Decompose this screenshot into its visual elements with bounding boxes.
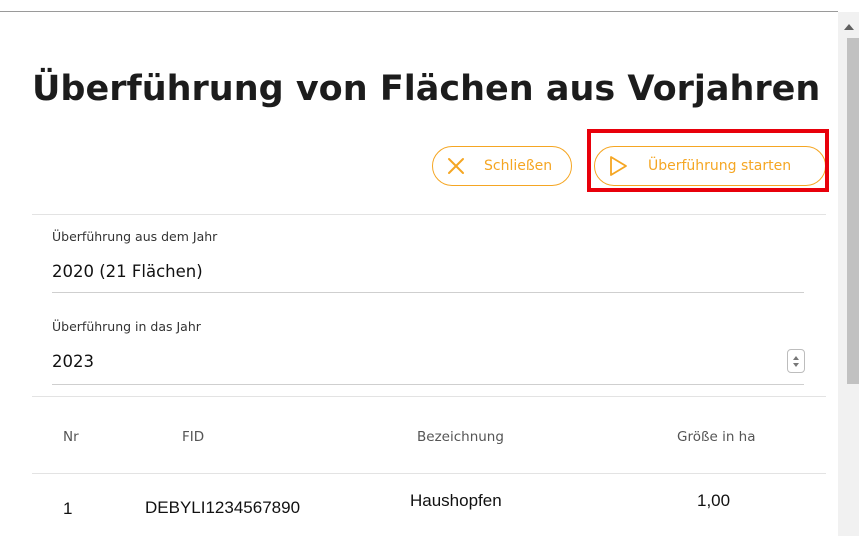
close-button[interactable]: Schließen bbox=[432, 146, 572, 186]
scrollbar-thumb[interactable] bbox=[847, 38, 859, 384]
window-top-border bbox=[0, 11, 838, 12]
section-divider bbox=[32, 214, 826, 215]
to-year-underline bbox=[52, 384, 804, 385]
from-year-underline bbox=[52, 292, 804, 293]
start-transfer-button[interactable]: Überführung starten bbox=[594, 146, 826, 186]
column-header-size[interactable]: Größe in ha bbox=[677, 429, 756, 445]
close-x-icon bbox=[448, 158, 464, 174]
cell-name: Haushopfen bbox=[410, 491, 502, 510]
to-year-label: Überführung in das Jahr bbox=[52, 319, 201, 334]
cell-nr: 1 bbox=[63, 499, 73, 518]
cell-size: 1,00 bbox=[697, 491, 731, 510]
start-transfer-button-label: Überführung starten bbox=[648, 158, 792, 174]
page-title: Überführung von Flächen aus Vorjahren bbox=[32, 69, 821, 109]
from-year-label: Überführung aus dem Jahr bbox=[52, 229, 218, 244]
play-triangle-icon bbox=[610, 156, 627, 176]
column-header-fid[interactable]: FID bbox=[182, 429, 204, 445]
to-year-input[interactable]: 2023 bbox=[52, 352, 94, 371]
close-button-label: Schließen bbox=[484, 158, 553, 174]
year-stepper[interactable] bbox=[787, 349, 805, 373]
from-year-select[interactable]: 2020 (21 Flächen) bbox=[52, 262, 203, 281]
scroll-up-arrow-icon[interactable] bbox=[844, 24, 854, 30]
column-header-name[interactable]: Bezeichnung bbox=[417, 429, 504, 445]
section-divider bbox=[32, 396, 826, 397]
cell-fid: DEBYLI1234567890 bbox=[145, 498, 301, 517]
table-header-divider bbox=[32, 473, 826, 474]
stepper-down-icon[interactable] bbox=[793, 362, 799, 367]
stepper-up-icon[interactable] bbox=[793, 355, 799, 360]
column-header-nr[interactable]: Nr bbox=[63, 429, 79, 445]
